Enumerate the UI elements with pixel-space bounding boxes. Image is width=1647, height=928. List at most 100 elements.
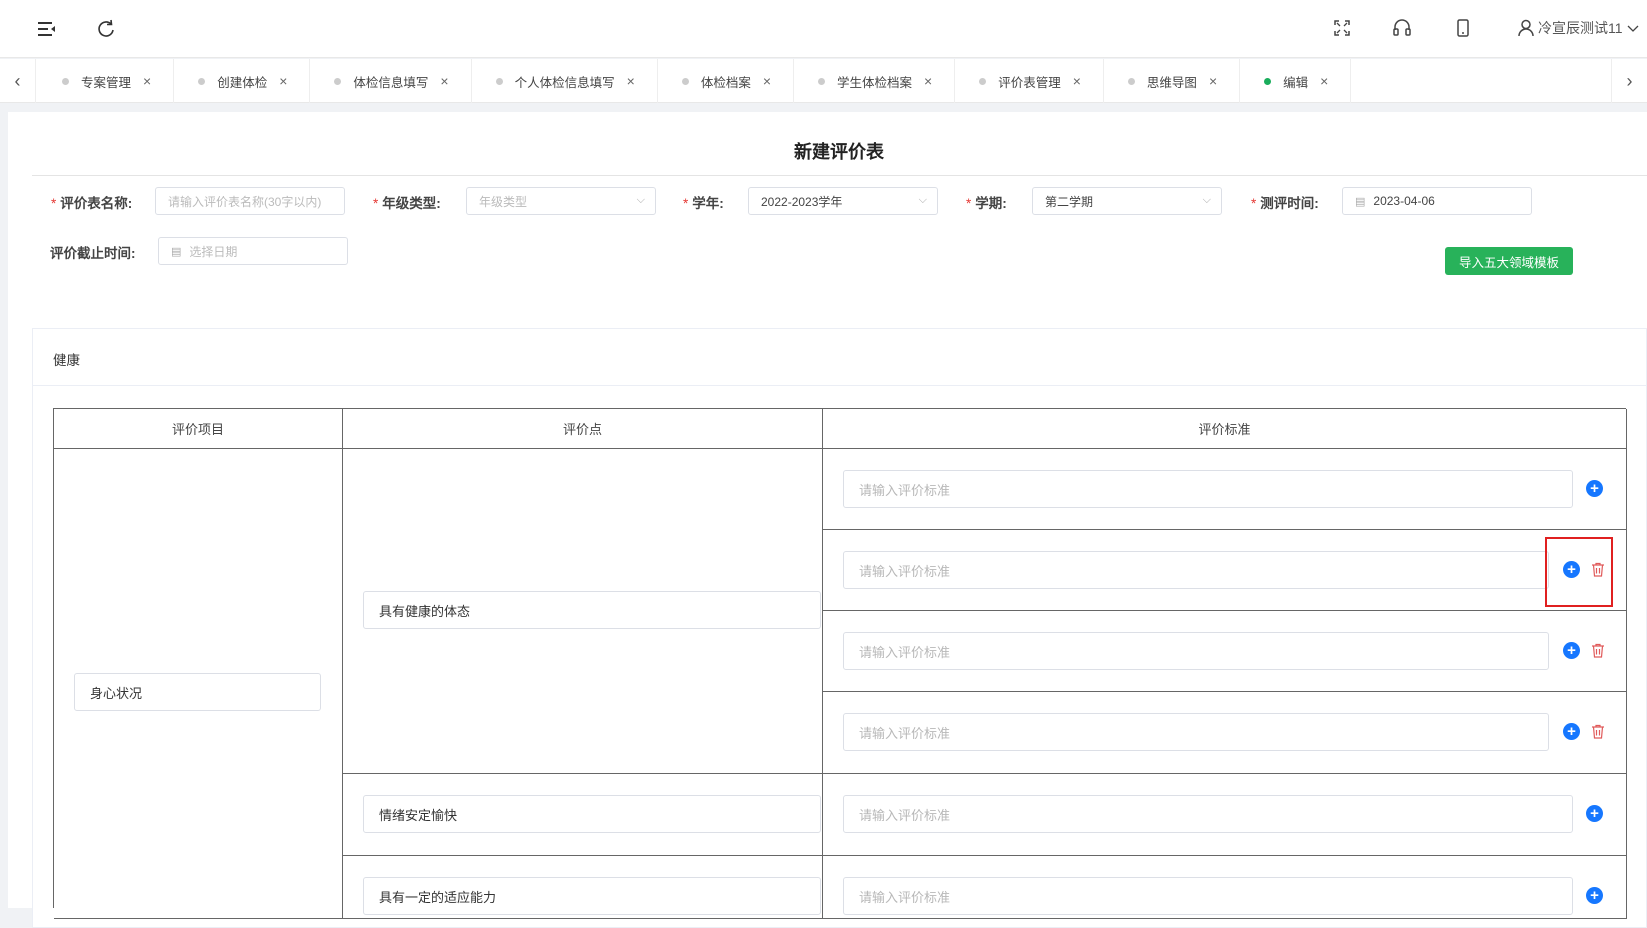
tab-item[interactable]: 评价表管理 × [955, 59, 1104, 103]
user-menu[interactable]: 冷宣辰测试11 [1518, 16, 1639, 40]
eval-time-label: * 测评时间: [1251, 196, 1319, 211]
add-circle-icon[interactable]: + [1586, 805, 1603, 822]
tab-label: 学生体检档案 [837, 75, 913, 90]
standard-cell: 请输入评价标准 + [823, 449, 1627, 530]
chevron-down-icon: ⌵ [918, 194, 927, 206]
standard-input[interactable]: 请输入评价标准 [843, 551, 1549, 589]
point-cell: 具有健康的体态 [343, 449, 823, 774]
add-circle-icon[interactable]: + [1563, 561, 1580, 578]
standard-input[interactable]: 请输入评价标准 [843, 470, 1573, 508]
point-cell: 具有一定的适应能力 [343, 856, 823, 919]
refresh-icon[interactable] [96, 19, 116, 39]
page-title: 新建评价表 [794, 142, 884, 162]
add-circle-icon[interactable]: + [1563, 642, 1580, 659]
tab-close-icon[interactable]: × [1209, 73, 1217, 89]
tab-item[interactable]: 体检档案 × [658, 59, 795, 103]
deadline-picker[interactable]: ▤ 选择日期 [158, 237, 348, 265]
chevron-down-icon: ⌵ [1202, 194, 1211, 206]
name-label: * 评价表名称: [51, 196, 133, 211]
tab-close-icon[interactable]: × [1320, 73, 1328, 89]
tab-close-icon[interactable]: × [763, 73, 771, 89]
tab-close-icon[interactable]: × [924, 73, 932, 89]
tab-label: 体检信息填写 [353, 75, 429, 90]
tab-item[interactable]: 体检信息填写 × [310, 59, 472, 103]
tab-label: 编辑 [1283, 75, 1309, 90]
required-mark: * [51, 196, 57, 211]
tab-label: 个人体检信息填写 [514, 75, 615, 90]
tab-status-dot [1264, 77, 1272, 85]
standard-cell: 请输入评价标准 + [823, 774, 1627, 856]
tab-item[interactable]: 创建体检 × [174, 59, 311, 103]
tab-close-icon[interactable]: × [440, 73, 448, 89]
headset-icon[interactable] [1392, 18, 1412, 38]
tab-label: 专案管理 [81, 75, 132, 90]
semester-label: * 学期: [966, 196, 1007, 211]
standard-input[interactable]: 请输入评价标准 [843, 632, 1549, 670]
chevron-down-icon: ⌵ [636, 194, 645, 206]
grade-type-label: * 年级类型: [373, 196, 441, 211]
chevron-down-icon [1627, 25, 1639, 32]
standard-input[interactable]: 请输入评价标准 [843, 713, 1549, 751]
tab-label: 创建体检 [217, 75, 268, 90]
col-header-point: 评价点 [343, 409, 823, 449]
tab-status-dot [198, 77, 206, 85]
tab-close-icon[interactable]: × [279, 73, 287, 89]
tab-status-dot [681, 77, 689, 85]
trash-icon[interactable] [1591, 562, 1605, 577]
tab-item[interactable]: 专案管理 × [38, 59, 175, 103]
item-input[interactable]: 身心状况 [74, 673, 321, 711]
add-circle-icon[interactable]: + [1586, 480, 1603, 497]
fullscreen-icon[interactable] [1332, 18, 1352, 38]
trash-icon[interactable] [1591, 643, 1605, 658]
standard-input[interactable]: 请输入评价标准 [843, 877, 1573, 915]
school-year-select[interactable]: 2022-2023学年 ⌵ [748, 187, 938, 215]
point-input[interactable]: 具有健康的体态 [363, 591, 821, 629]
point-cell: 情绪安定愉快 [343, 774, 823, 856]
section-header: 健康 [33, 329, 1646, 386]
tab-status-dot [495, 77, 503, 85]
tab-close-icon[interactable]: × [1073, 73, 1081, 89]
tabs-scroll-right-icon[interactable]: › [1611, 59, 1647, 103]
evaluation-table: 评价项目 评价点 评价标准 身心状况 具有健康的体态 情绪安定愉快 具有一定的适… [53, 408, 1627, 919]
tab-status-dot [334, 77, 342, 85]
tab-status-dot [62, 77, 69, 85]
col-header-standard: 评价标准 [823, 409, 1627, 449]
col-header-item: 评价项目 [54, 409, 343, 449]
menu-fold-icon[interactable] [36, 20, 58, 38]
user-name: 冷宣辰测试11 [1538, 20, 1623, 36]
standard-cell: 请输入评价标准 + [823, 692, 1627, 774]
calendar-icon: ▤ [1355, 195, 1366, 208]
tab-item[interactable]: 学生体检档案 × [794, 59, 956, 103]
item-cell: 身心状况 [54, 449, 343, 919]
tab-label: 思维导图 [1146, 75, 1197, 90]
standard-cell: 请输入评价标准 + [823, 856, 1627, 919]
tab-label: 体检档案 [700, 75, 751, 90]
tab-status-dot [818, 77, 826, 85]
user-icon [1518, 19, 1534, 37]
import-template-button[interactable]: 导入五大领域模板 [1445, 247, 1573, 275]
tabs-scroll-left-icon[interactable]: ‹ [0, 59, 36, 103]
tab-label: 评价表管理 [998, 75, 1061, 90]
top-header: 冷宣辰测试11 [0, 0, 1647, 58]
tab-status-dot [979, 77, 987, 85]
tabs-list: 专案管理 × 创建体检 × 体检信息填写 × 个人体检信息填写 × 体检档案 × 学生体检档案 × 评价… [38, 59, 1352, 103]
tab-item[interactable]: 个人体检信息填写 × [472, 59, 658, 103]
point-input[interactable]: 情绪安定愉快 [363, 795, 821, 833]
tags-bar: ‹ 专案管理 × 创建体检 × 体检信息填写 × 个人体检信息填写 × 体检档案 × 学生体检档案 ×… [0, 59, 1647, 103]
tab-item[interactable]: 编辑 × [1240, 59, 1352, 103]
name-input[interactable]: 请输入评价表名称(30字以内) [155, 187, 345, 215]
standard-input[interactable]: 请输入评价标准 [843, 795, 1573, 833]
add-circle-icon[interactable]: + [1586, 887, 1603, 904]
school-year-label: * 学年: [683, 196, 724, 211]
tab-close-icon[interactable]: × [627, 73, 635, 89]
point-input[interactable]: 具有一定的适应能力 [363, 877, 821, 915]
eval-time-picker[interactable]: ▤ 2023-04-06 [1342, 187, 1532, 215]
mobile-icon[interactable] [1453, 18, 1473, 38]
add-circle-icon[interactable]: + [1563, 723, 1580, 740]
semester-select[interactable]: 第二学期 ⌵ [1032, 187, 1222, 215]
tab-item[interactable]: 思维导图 × [1104, 59, 1241, 103]
trash-icon[interactable] [1591, 724, 1605, 739]
grade-type-select[interactable]: 年级类型 ⌵ [466, 187, 656, 215]
tab-close-icon[interactable]: × [143, 73, 151, 89]
tab-status-dot [1127, 77, 1135, 85]
